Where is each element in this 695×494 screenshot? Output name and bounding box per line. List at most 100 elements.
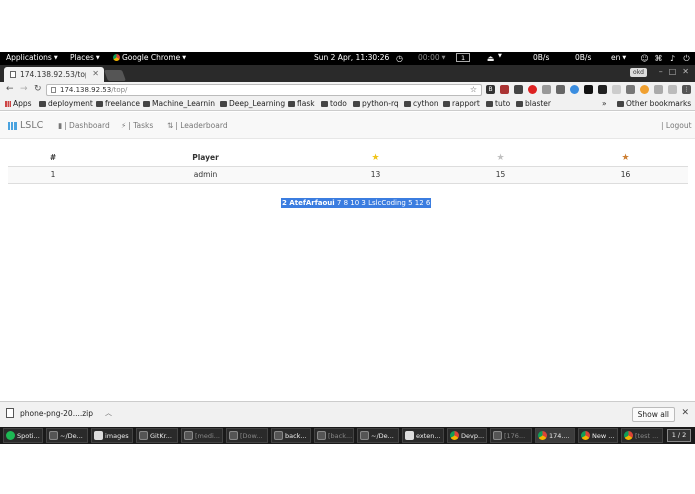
bookmark-label: deployment	[48, 99, 93, 108]
workspace-pager[interactable]: 1 / 2	[667, 429, 691, 442]
nav-leaderboard[interactable]: ⇅ | Leaderboard	[167, 121, 228, 130]
network-icon[interactable]: ⌘	[654, 54, 663, 63]
profile-chip[interactable]: okd	[630, 68, 647, 77]
eject-icon[interactable]: ⏏	[486, 54, 495, 63]
show-all-button[interactable]: Show all	[631, 407, 675, 422]
header-player: Player	[192, 153, 219, 163]
extension-globe-icon[interactable]	[570, 85, 579, 94]
caret-down-icon: ▼	[498, 53, 502, 59]
page-icon	[10, 71, 16, 78]
task-media[interactable]: [medi...	[181, 428, 223, 443]
cell-gold: 13	[313, 165, 438, 184]
extension-dark-icon[interactable]	[514, 85, 523, 94]
bookmark-machine-learning[interactable]: Machine_Learnin	[143, 99, 215, 108]
task-label: GitKr...	[150, 431, 172, 440]
extension-pen-icon[interactable]	[598, 85, 607, 94]
task-new-chrome[interactable]: New ...	[578, 428, 618, 443]
gitkraken-icon	[139, 431, 148, 440]
task-terminal-1[interactable]: ~/De...	[46, 428, 88, 443]
bookmark-todo[interactable]: todo	[321, 99, 347, 108]
extension-wand-icon[interactable]	[626, 85, 635, 94]
task-devpost[interactable]: Devp...	[447, 428, 487, 443]
bookmark-deployment[interactable]: deployment	[39, 99, 93, 108]
app-menu[interactable]: Google Chrome ▼	[113, 53, 186, 62]
close-window-icon[interactable]: ✕	[682, 67, 689, 76]
bookmark-label: Apps	[13, 99, 32, 108]
task-images[interactable]: images	[91, 428, 133, 443]
bookmark-cython[interactable]: cython	[404, 99, 439, 108]
nav-tasks[interactable]: ⚡ | Tasks	[121, 121, 153, 130]
extension-light-icon[interactable]	[668, 85, 677, 94]
clock[interactable]: Sun 2 Apr, 11:30:26	[314, 53, 389, 62]
new-tab-button[interactable]	[103, 70, 127, 81]
folder-icon	[184, 431, 193, 440]
net-down-readout: 0B/s	[533, 53, 549, 62]
extension-b-icon[interactable]: B	[486, 85, 495, 94]
tab-title: 174.138.92.53/top/	[20, 70, 86, 79]
bookmark-rapport[interactable]: rapport	[443, 99, 480, 108]
language-selector[interactable]: en ▼	[611, 53, 626, 62]
task-gitkraken[interactable]: GitKr...	[136, 428, 178, 443]
task-back-2[interactable]: [back...	[314, 428, 354, 443]
task-label: [test ...	[635, 431, 659, 440]
bookmark-apps[interactable]: Apps	[5, 99, 32, 108]
bookmark-freelance[interactable]: freelance	[96, 99, 140, 108]
volume-icon[interactable]: ♪	[668, 54, 677, 63]
extension-page-icon[interactable]	[612, 85, 621, 94]
folder-icon	[288, 100, 295, 107]
chevron-up-icon[interactable]: ︿	[105, 408, 112, 418]
extension-box-icon[interactable]	[500, 85, 509, 94]
extension-mail-icon[interactable]	[556, 85, 565, 94]
browser-tab[interactable]: 174.138.92.53/top/ ✕	[4, 67, 104, 82]
bookmark-tuto[interactable]: tuto	[486, 99, 510, 108]
extension-orange-icon[interactable]	[640, 85, 649, 94]
bookmark-flask[interactable]: flask	[288, 99, 315, 108]
task-label: images	[105, 431, 129, 440]
workspace-number: 1	[456, 53, 471, 62]
power-icon[interactable]: ⏻	[682, 54, 691, 63]
places-menu[interactable]: Places ▼	[70, 53, 100, 62]
reload-icon[interactable]: ↻	[34, 84, 42, 94]
site-brand[interactable]: LSLC	[8, 120, 43, 131]
task-176[interactable]: [176...	[490, 428, 532, 443]
close-tab-icon[interactable]: ✕	[92, 69, 99, 78]
maximize-icon[interactable]: □	[669, 67, 677, 76]
download-item[interactable]: phone-png-20....zip ︿	[6, 408, 112, 418]
extension-grey-icon[interactable]	[542, 85, 551, 94]
silver-star-icon: ★	[496, 152, 505, 163]
task-spotify[interactable]: Spoti...	[3, 428, 43, 443]
extension-cc-icon[interactable]	[654, 85, 663, 94]
bookmark-blaster[interactable]: blaster	[516, 99, 551, 108]
bookmarks-overflow-icon[interactable]: »	[602, 99, 607, 108]
adblock-icon[interactable]	[528, 85, 537, 94]
header-rank: #	[49, 153, 57, 163]
back-icon[interactable]: ←	[6, 84, 14, 94]
applications-menu[interactable]: Applications ▼	[6, 53, 58, 62]
cell-player: admin	[98, 165, 313, 184]
timer-icon[interactable]: ◷	[395, 54, 404, 63]
forward-icon[interactable]: →	[20, 84, 28, 94]
app-label: Google Chrome	[122, 53, 181, 62]
close-shelf-icon[interactable]: ✕	[681, 408, 689, 418]
folder-icon	[404, 100, 411, 107]
bookmark-star-icon[interactable]: ☆	[470, 85, 477, 94]
chrome-icon	[113, 54, 120, 61]
task-terminal-2[interactable]: ~/De...	[357, 428, 399, 443]
bookmark-other[interactable]: Other bookmarks	[617, 99, 691, 108]
extension-rocket-icon[interactable]	[584, 85, 593, 94]
bookmark-label: cython	[413, 99, 439, 108]
nav-logout[interactable]: | Logout	[661, 121, 692, 130]
menu-icon[interactable]: ⋮	[682, 85, 691, 94]
address-bar[interactable]: 174.138.92.53/top/ ☆	[46, 84, 482, 96]
workspace-indicator[interactable]: 1	[456, 53, 471, 62]
bookmark-python-rq[interactable]: python-rq	[353, 99, 399, 108]
task-174-chrome[interactable]: 174....	[535, 428, 575, 443]
task-extensions[interactable]: exten...	[402, 428, 444, 443]
minimize-icon[interactable]: –	[659, 67, 663, 76]
task-test[interactable]: [test ...	[621, 428, 663, 443]
task-back-1[interactable]: back...	[271, 428, 311, 443]
task-downloads[interactable]: [Dow...	[226, 428, 268, 443]
bookmark-deep-learning[interactable]: Deep_Learning	[220, 99, 285, 108]
nav-dashboard[interactable]: ▮ | Dashboard	[58, 121, 110, 130]
accessibility-icon[interactable]: ☺	[640, 54, 649, 63]
